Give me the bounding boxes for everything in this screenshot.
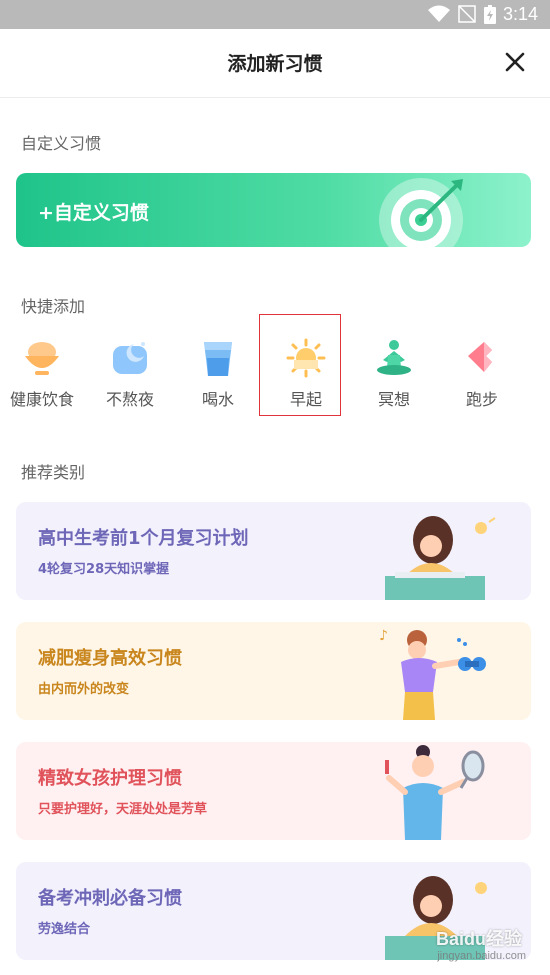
card-title: 减肥瘦身高效习惯: [38, 648, 182, 669]
baidu-watermark: Baidu经验: [435, 929, 522, 949]
recommend-card-weight-loss[interactable]: 减肥瘦身高效习惯 由内而外的改变 ♪: [16, 622, 531, 720]
baidu-watermark-url: jingyan.baidu.com: [437, 950, 526, 962]
quick-item-running[interactable]: 跑步: [442, 330, 522, 416]
quick-item-label: 跑步: [465, 390, 498, 409]
fitness-illustration: ♪: [379, 628, 486, 720]
card-title: 精致女孩护理习惯: [38, 768, 182, 789]
selection-highlight: [259, 314, 341, 416]
student-illustration: [385, 516, 496, 600]
bowl-icon: [25, 342, 59, 375]
mirror-girl-illustration: [385, 745, 485, 840]
recommend-card-skincare[interactable]: 精致女孩护理习惯 只要护理好，天涯处处是芳草: [16, 742, 531, 840]
quick-item-meditation[interactable]: 冥想: [354, 330, 434, 416]
quick-item-drink-water[interactable]: 喝水: [178, 330, 258, 416]
add-custom-habit-button[interactable]: +自定义习惯: [16, 173, 531, 247]
signal-icon: [458, 5, 476, 23]
page-title: 添加新习惯: [227, 53, 323, 75]
moon-icon: [113, 342, 147, 374]
quick-item-label: 冥想: [377, 390, 410, 409]
quick-item-label: 健康饮食: [9, 390, 74, 409]
header: 添加新习惯: [0, 29, 550, 98]
close-icon[interactable]: [502, 49, 528, 75]
card-subtitle: 由内而外的改变: [38, 682, 130, 697]
card-title: 备考冲刺必备习惯: [38, 888, 182, 909]
card-subtitle: 4轮复习28天知识掌握: [38, 562, 170, 577]
add-custom-habit-label: +自定义习惯: [38, 202, 149, 224]
quick-item-label: 喝水: [201, 390, 234, 409]
quick-section-label: 快捷添加: [21, 297, 86, 316]
shoe-icon: [468, 342, 492, 372]
battery-icon: [484, 5, 496, 24]
status-bar: 3:14: [0, 0, 550, 29]
card-title: 高中生考前1个月复习计划: [38, 528, 249, 549]
status-time: 3:14: [502, 4, 538, 24]
recommend-card-exam-plan[interactable]: 高中生考前1个月复习计划 4轮复习28天知识掌握: [16, 502, 531, 600]
cup-icon: [204, 342, 232, 376]
custom-section-label: 自定义习惯: [21, 134, 102, 153]
wifi-icon: [428, 5, 450, 22]
card-subtitle: 劳逸结合: [38, 922, 91, 937]
quick-item-healthy-diet[interactable]: 健康饮食: [2, 330, 82, 416]
quick-item-label: 不熬夜: [105, 390, 154, 409]
svg-text:♪: ♪: [379, 628, 388, 644]
quick-item-no-late-night[interactable]: 不熬夜: [90, 330, 170, 416]
target-icon: [379, 178, 463, 247]
meditation-icon: [377, 340, 411, 375]
recommend-section-label: 推荐类别: [21, 463, 86, 482]
card-subtitle: 只要护理好，天涯处处是芳草: [38, 802, 208, 817]
